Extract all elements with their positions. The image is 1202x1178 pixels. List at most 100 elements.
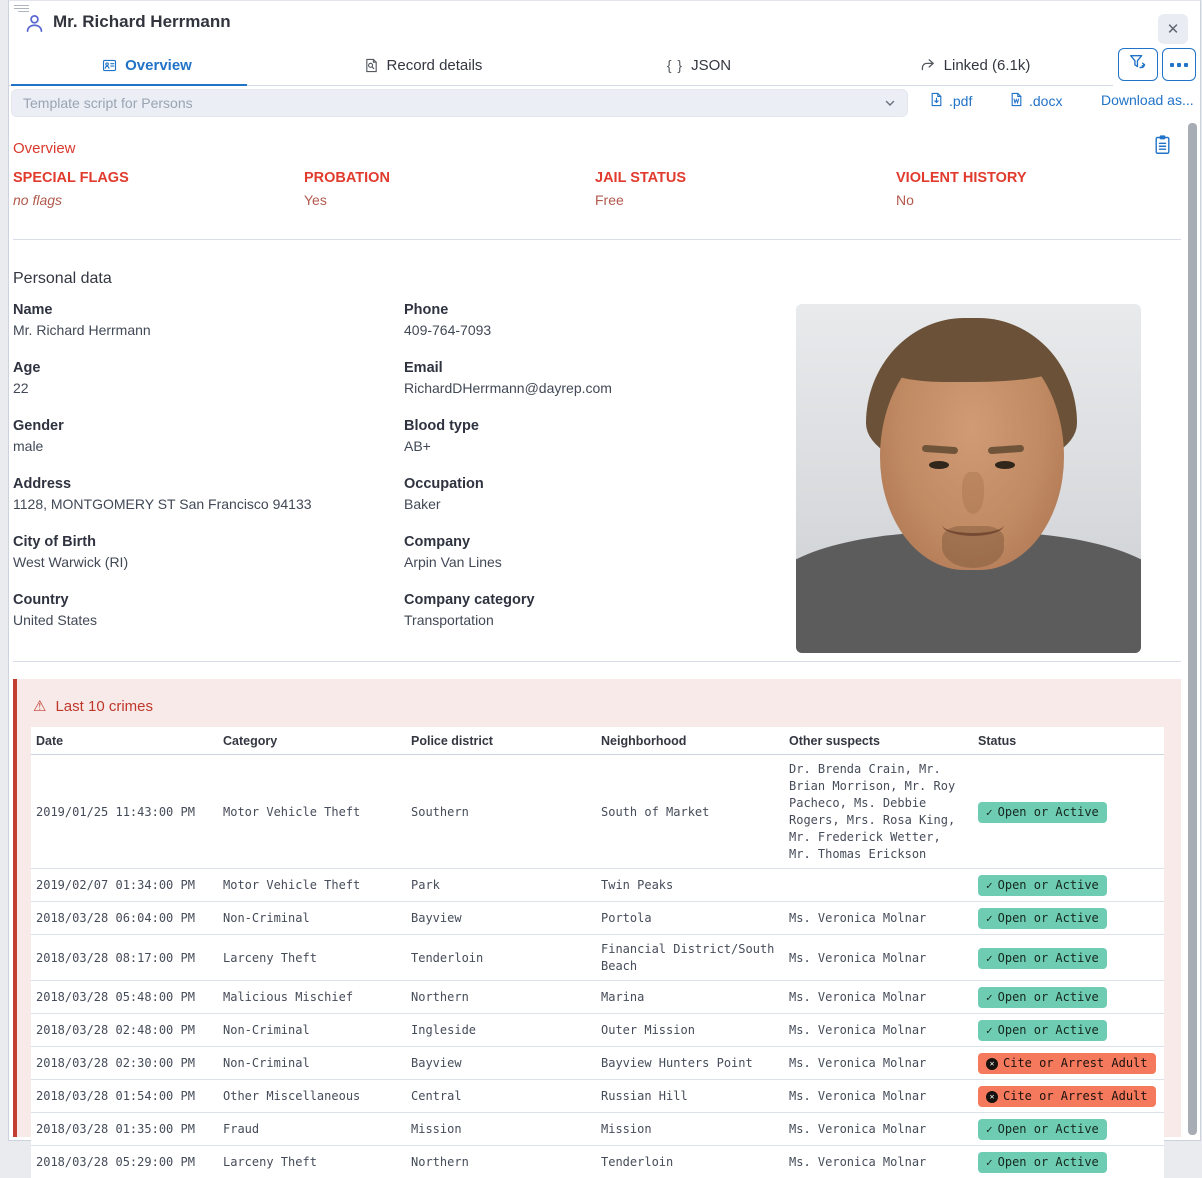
person-icon bbox=[23, 12, 46, 40]
person-photo bbox=[796, 304, 1141, 653]
flag-value: no flags bbox=[13, 190, 298, 211]
flag-label: PROBATION bbox=[304, 168, 589, 188]
flag-value: No bbox=[896, 190, 1181, 211]
table-row: 2018/03/28 01:54:00 PM Other Miscellaneo… bbox=[31, 1080, 1164, 1113]
field-name: Name Mr. Richard Herrmann bbox=[13, 300, 393, 341]
col-status: Status bbox=[973, 727, 1164, 755]
person-record-flyout: Mr. Richard Herrmann ✕ Overview Recor bbox=[8, 0, 1201, 1141]
pdf-file-icon bbox=[929, 92, 944, 110]
word-file-icon bbox=[1009, 92, 1024, 110]
col-date: Date bbox=[31, 727, 218, 755]
template-script-select[interactable]: Template script for Persons bbox=[11, 89, 908, 117]
page-title: Mr. Richard Herrmann bbox=[53, 12, 231, 32]
status-icon: ✓ bbox=[986, 953, 993, 964]
flag-violent-history: VIOLENT HISTORY No bbox=[896, 168, 1181, 211]
filter-arrow-icon bbox=[1127, 52, 1149, 77]
status-icon: ✓ bbox=[986, 880, 993, 891]
pdf-label: .pdf bbox=[949, 93, 972, 109]
tab-label: Linked (6.1k) bbox=[944, 57, 1031, 74]
divider bbox=[13, 661, 1181, 662]
json-braces-icon: { } bbox=[667, 57, 683, 73]
close-icon: ✕ bbox=[1167, 20, 1180, 38]
flag-value: Yes bbox=[304, 190, 589, 211]
field-company-category: Company category Transportation bbox=[404, 590, 784, 631]
flag-jail-status: JAIL STATUS Free bbox=[595, 168, 880, 211]
field-gender: Gender male bbox=[13, 416, 393, 457]
table-header-row: Date Category Police district Neighborho… bbox=[31, 727, 1164, 755]
status-badge: ✓Open or Active bbox=[978, 802, 1107, 823]
table-row: 2018/03/28 08:17:00 PM Larceny Theft Ten… bbox=[31, 935, 1164, 981]
flag-label: JAIL STATUS bbox=[595, 168, 880, 188]
clipboard-copy-icon[interactable] bbox=[1153, 134, 1172, 160]
status-icon: ✓ bbox=[986, 1157, 993, 1168]
status-badge: ✓Open or Active bbox=[978, 1152, 1107, 1173]
tab-label: JSON bbox=[691, 57, 731, 74]
ellipsis-icon bbox=[1170, 63, 1174, 67]
status-badge: ✓Open or Active bbox=[978, 948, 1107, 969]
status-badge: ✓Open or Active bbox=[978, 987, 1107, 1008]
status-icon: ✓ bbox=[986, 913, 993, 924]
personal-data-right-column: Phone 409-764-7093 Email RichardDHerrman… bbox=[404, 300, 784, 648]
crimes-panel-title: ⚠ Last 10 crimes bbox=[33, 697, 153, 715]
status-badge: ✓Open or Active bbox=[978, 875, 1107, 896]
table-row: 2018/03/28 02:48:00 PM Non-Criminal Ingl… bbox=[31, 1014, 1164, 1047]
table-row: 2018/03/28 05:48:00 PM Malicious Mischie… bbox=[31, 981, 1164, 1014]
chevron-down-icon bbox=[884, 97, 896, 109]
status-icon: ✓ bbox=[986, 1025, 993, 1036]
field-address: Address 1128, MONTGOMERY ST San Francisc… bbox=[13, 474, 393, 515]
flag-label: SPECIAL FLAGS bbox=[13, 168, 298, 188]
overview-section-title: Overview bbox=[13, 140, 76, 157]
status-badge: ✓Open or Active bbox=[978, 1020, 1107, 1041]
filter-share-button[interactable] bbox=[1118, 48, 1158, 81]
crimes-table: Date Category Police district Neighborho… bbox=[31, 727, 1164, 1178]
tab-record-details[interactable]: Record details bbox=[285, 45, 561, 85]
more-options-button[interactable] bbox=[1162, 48, 1196, 81]
status-icon: ✓ bbox=[986, 1124, 993, 1135]
document-search-icon bbox=[364, 58, 379, 73]
table-row: 2018/03/28 01:35:00 PM Fraud Mission Mis… bbox=[31, 1113, 1164, 1146]
vertical-scrollbar[interactable] bbox=[1188, 123, 1197, 1135]
flag-label: VIOLENT HISTORY bbox=[896, 168, 1181, 188]
flag-probation: PROBATION Yes bbox=[304, 168, 589, 211]
tab-label: Overview bbox=[125, 57, 192, 74]
tab-linked[interactable]: Linked (6.1k) bbox=[837, 45, 1113, 85]
docx-label: .docx bbox=[1029, 93, 1062, 109]
personal-data-left-column: Name Mr. Richard Herrmann Age 22 Gender … bbox=[13, 300, 393, 648]
download-as-link[interactable]: Download as... bbox=[1101, 92, 1194, 108]
field-email: Email RichardDHerrmann@dayrep.com bbox=[404, 358, 784, 399]
id-card-icon bbox=[102, 58, 117, 73]
field-blood-type: Blood type AB+ bbox=[404, 416, 784, 457]
personal-data-title: Personal data bbox=[13, 270, 112, 288]
field-occupation: Occupation Baker bbox=[404, 474, 784, 515]
table-row: 2018/03/28 05:29:00 PM Larceny Theft Nor… bbox=[31, 1146, 1164, 1178]
tab-overview[interactable]: Overview bbox=[9, 45, 285, 85]
status-icon: ✕ bbox=[986, 1058, 998, 1070]
col-police-district: Police district bbox=[406, 727, 596, 755]
col-other-suspects: Other suspects bbox=[784, 727, 973, 755]
select-placeholder: Template script for Persons bbox=[23, 95, 193, 111]
last-crimes-panel: ⚠ Last 10 crimes Date Category Police di… bbox=[13, 679, 1181, 1137]
status-icon: ✕ bbox=[986, 1091, 998, 1103]
tab-label: Record details bbox=[387, 57, 483, 74]
download-as-label: Download as... bbox=[1101, 92, 1194, 108]
status-badge: ✕Cite or Arrest Adult bbox=[978, 1086, 1156, 1107]
tab-json[interactable]: { } JSON bbox=[561, 45, 837, 85]
status-icon: ✓ bbox=[986, 992, 993, 1003]
export-pdf-link[interactable]: .pdf bbox=[929, 92, 972, 110]
export-docx-link[interactable]: .docx bbox=[1009, 92, 1062, 110]
tab-bar: Overview Record details { } JSON Linked … bbox=[9, 45, 1113, 86]
table-row: 2019/01/25 11:43:00 PM Motor Vehicle The… bbox=[31, 755, 1164, 869]
divider bbox=[13, 239, 1181, 240]
field-age: Age 22 bbox=[13, 358, 393, 399]
status-icon: ✓ bbox=[986, 807, 993, 818]
field-company: Company Arpin Van Lines bbox=[404, 532, 784, 573]
table-row: 2018/03/28 06:04:00 PM Non-Criminal Bayv… bbox=[31, 902, 1164, 935]
status-badge: ✕Cite or Arrest Adult bbox=[978, 1053, 1156, 1074]
col-category: Category bbox=[218, 727, 406, 755]
table-row: 2018/03/28 02:30:00 PM Non-Criminal Bayv… bbox=[31, 1047, 1164, 1080]
field-phone: Phone 409-764-7093 bbox=[404, 300, 784, 341]
flag-value: Free bbox=[595, 190, 880, 211]
linked-arrow-icon bbox=[920, 57, 936, 73]
status-badge: ✓Open or Active bbox=[978, 1119, 1107, 1140]
close-button[interactable]: ✕ bbox=[1158, 14, 1188, 44]
